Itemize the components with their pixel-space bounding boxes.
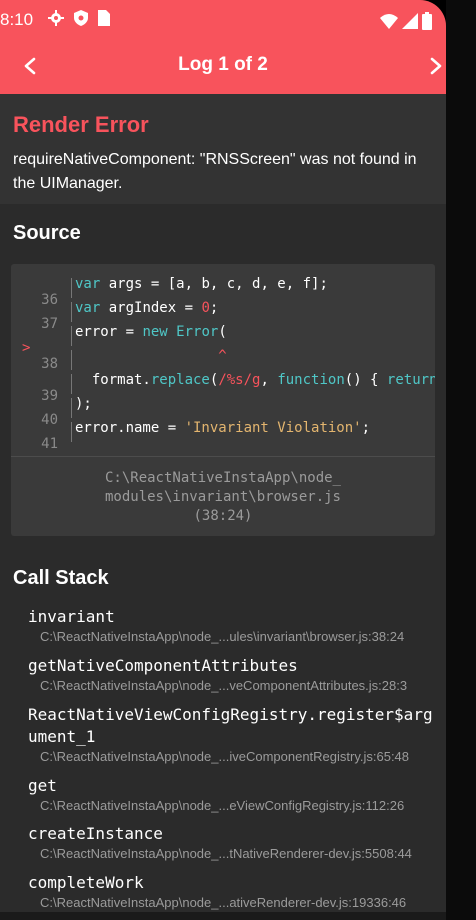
code-line: 40 ); <box>11 396 435 428</box>
line-text: var argIndex = 0; <box>75 300 219 316</box>
stack-frame[interactable]: createInstance C:\ReactNativeInstaApp\no… <box>28 823 438 863</box>
code-line: ^ <box>11 348 435 372</box>
stack-frame[interactable]: get C:\ReactNativeInstaApp\node_...eView… <box>28 775 438 815</box>
frame-location: C:\ReactNativeInstaApp\node_...eViewConf… <box>40 798 405 813</box>
gutter-bar <box>71 398 72 418</box>
chevron-right-icon <box>429 57 443 80</box>
error-message: requireNativeComponent: "RNSScreen" was … <box>13 151 417 192</box>
line-text: var args = [a, b, c, d, e, f]; <box>75 276 328 292</box>
line-number: 41 <box>41 436 58 448</box>
shield-icon <box>74 10 88 31</box>
stack-frame[interactable]: getNativeComponentAttributes C:\ReactNat… <box>28 655 438 695</box>
error-caret: ^ <box>75 348 227 364</box>
frame-location: C:\ReactNativeInstaApp\node_...tNativeRe… <box>40 846 412 861</box>
frame-function: invariant <box>28 607 115 626</box>
code-block: 36 var args = [a, b, c, d, e, f]; 37 var… <box>11 276 435 448</box>
gutter-bar <box>71 326 72 346</box>
frame-location: C:\ReactNativeInstaApp\node_...iveCompon… <box>40 749 410 764</box>
gutter-bar <box>71 278 72 298</box>
stack-frame[interactable]: invariant C:\ReactNativeInstaApp\node_..… <box>28 606 438 646</box>
source-code-frame[interactable]: 36 var args = [a, b, c, d, e, f]; 37 var… <box>11 264 435 536</box>
error-summary: Render Error requireNativeComponent: "RN… <box>0 94 446 204</box>
status-time: 8:10 <box>0 10 34 29</box>
frame-location: C:\ReactNativeInstaApp\node_...ativeRend… <box>40 895 407 910</box>
code-line: 36 var args = [a, b, c, d, e, f]; <box>11 276 435 308</box>
frame-function: getNativeComponentAttributes <box>28 656 298 675</box>
code-line: 37 var argIndex = 0; <box>11 300 435 332</box>
line-text: format.replace(/%s/g, function() { retur… <box>75 372 435 388</box>
code-divider <box>11 456 435 457</box>
frame-function: get <box>28 776 57 795</box>
sim-card-icon <box>98 10 110 31</box>
frame-location: C:\ReactNativeInstaApp\node_...ules\inva… <box>40 629 405 644</box>
wifi-icon <box>380 13 398 34</box>
source-heading: Source <box>13 222 81 244</box>
gesture-bar <box>0 912 446 920</box>
frame-function: ReactNativeViewConfigRegistry.register$a… <box>28 705 433 746</box>
call-stack-heading: Call Stack <box>13 567 109 589</box>
log-header: Log 1 of 2 <box>0 42 446 94</box>
stack-frame[interactable]: ReactNativeViewConfigRegistry.register$a… <box>28 704 438 766</box>
log-title: Log 1 of 2 <box>178 54 268 75</box>
frame-location: C:\ReactNativeInstaApp\node_...veCompone… <box>40 678 408 693</box>
line-text: error = new Error( <box>75 324 227 340</box>
error-title: Render Error <box>13 112 149 137</box>
frame-function: createInstance <box>28 824 163 843</box>
error-screen: 8:10 Log 1 of 2 Render Error requireNati… <box>0 0 446 920</box>
stack-frame[interactable]: completeWork C:\ReactNativeInstaApp\node… <box>28 872 438 912</box>
device-frame <box>446 0 476 920</box>
signal-icon <box>402 13 418 34</box>
status-bar: 8:10 <box>0 0 446 42</box>
source-file-path: C:\ReactNativeInstaApp\node_ modules\inv… <box>104 470 341 524</box>
frame-function: completeWork <box>28 873 144 892</box>
gutter-bar <box>71 374 72 394</box>
code-line: 39 format.replace(/%s/g, function() { re… <box>11 372 435 404</box>
next-log-button[interactable] <box>418 50 446 86</box>
gutter-bar <box>71 350 72 370</box>
code-line-highlighted: > 38 error = new Error( <box>11 324 435 372</box>
gutter-bar <box>71 422 72 442</box>
gutter-bar <box>71 302 72 322</box>
code-line: 41 error.name = 'Invariant Violation'; <box>11 420 435 448</box>
line-text: error.name = 'Invariant Violation'; <box>75 420 371 436</box>
line-text: ); <box>75 396 92 412</box>
gear-icon <box>48 10 64 31</box>
battery-icon <box>422 12 432 35</box>
